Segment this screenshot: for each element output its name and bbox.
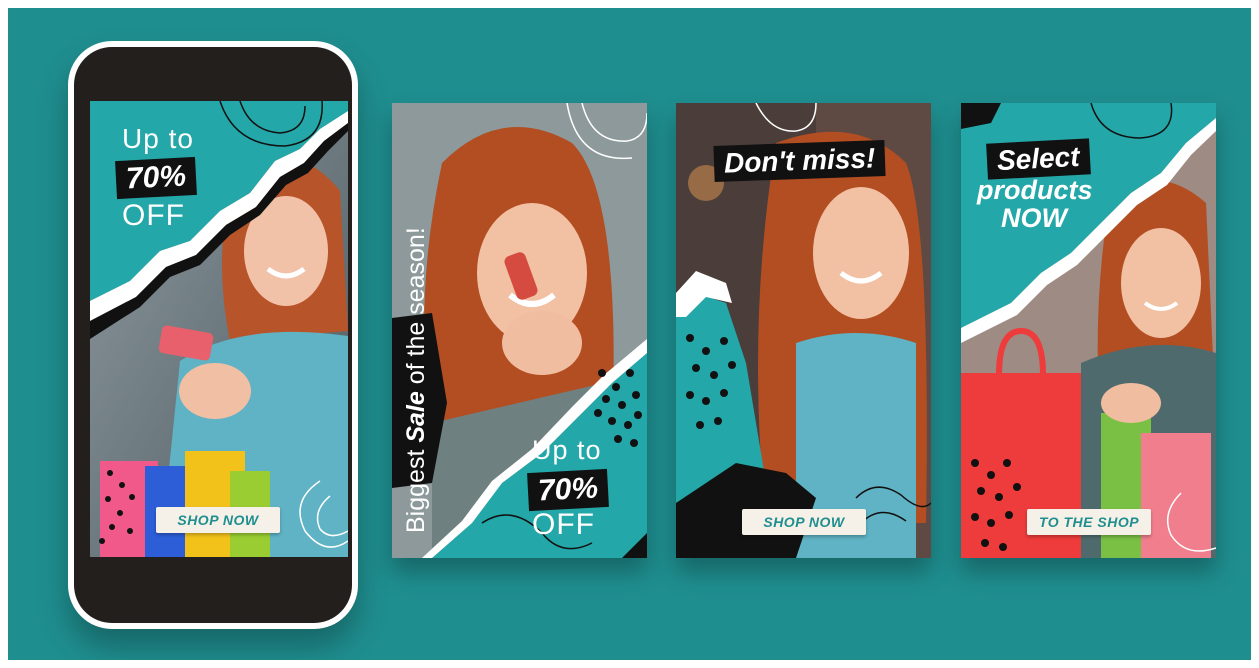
story2-headline: Don't miss! bbox=[713, 140, 886, 182]
phone-bezel: Up to 70% OFF SHOP NOW bbox=[74, 47, 352, 623]
phone-off-text: OFF bbox=[122, 199, 185, 232]
phone-screen-story: Up to 70% OFF SHOP NOW bbox=[90, 101, 348, 557]
phone-percent-badge: 70% bbox=[115, 156, 197, 200]
story1-up-to-text: Up to bbox=[532, 435, 602, 465]
story1-percent-badge: 70% bbox=[527, 468, 609, 512]
story3-now-text: NOW bbox=[1001, 203, 1067, 233]
story1-vertical-headline: Biggest Sale of the season! bbox=[402, 227, 431, 533]
story-card-select-products: Select products NOW TO THE SHOP bbox=[961, 103, 1216, 558]
story-card-biggest-sale: Biggest Sale of the season! Up to 70% OF… bbox=[392, 103, 647, 558]
story3-to-the-shop-button[interactable]: TO THE SHOP bbox=[1027, 509, 1151, 535]
story-card-dont-miss: Don't miss! SHOP NOW bbox=[676, 103, 931, 558]
story1-vertical-pre: Biggest bbox=[402, 442, 430, 533]
phone-shop-now-button[interactable]: SHOP NOW bbox=[156, 507, 280, 533]
phone-up-to-text: Up to bbox=[122, 123, 194, 154]
story1-vertical-bold: Sale bbox=[402, 391, 430, 443]
story3-products-text: products bbox=[977, 175, 1093, 205]
background-canvas: Up to 70% OFF SHOP NOW Biggest Sale of t… bbox=[8, 8, 1251, 660]
story1-vertical-post: of the season! bbox=[402, 227, 430, 392]
story1-off-text: OFF bbox=[532, 508, 595, 541]
story3-select-tag: Select bbox=[986, 138, 1091, 180]
phone-mockup: Up to 70% OFF SHOP NOW bbox=[68, 41, 358, 629]
story2-shop-now-button[interactable]: SHOP NOW bbox=[742, 509, 866, 535]
